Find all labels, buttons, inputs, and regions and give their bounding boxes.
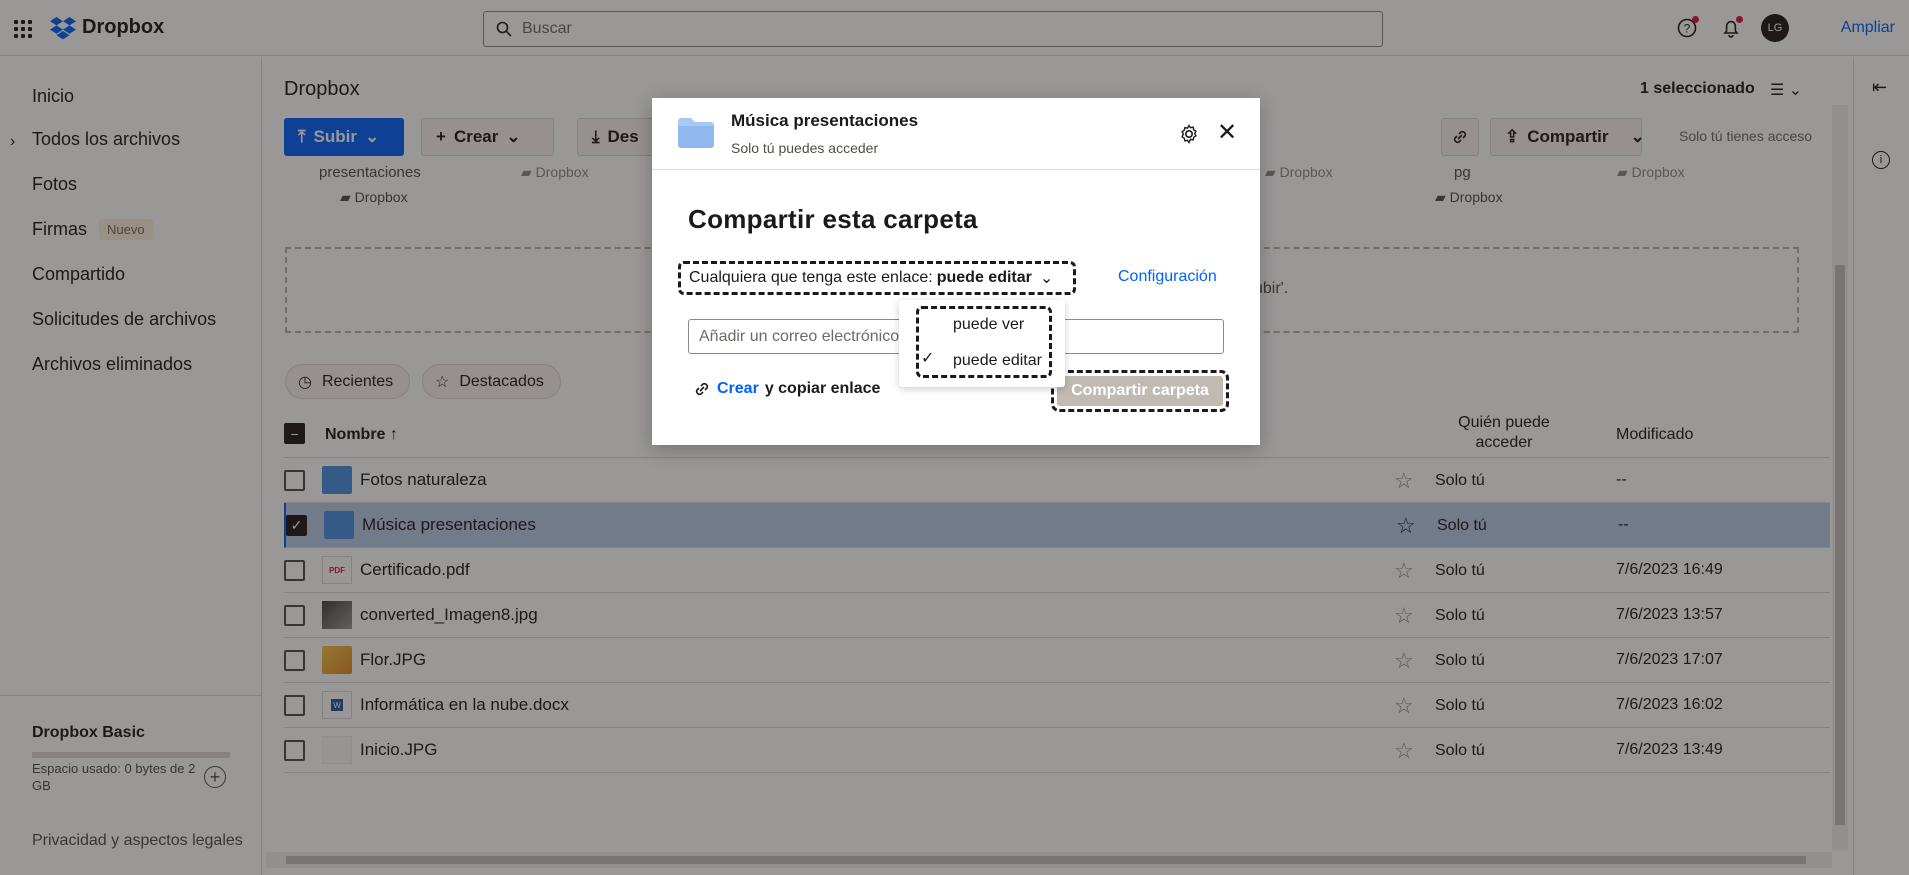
menu-item-view[interactable]: puede ver — [953, 316, 1024, 334]
close-icon[interactable]: ✕ — [1217, 121, 1237, 145]
share-folder-button[interactable]: Compartir carpeta — [1057, 376, 1223, 406]
share-folder-dialog: Música presentaciones Solo tú puedes acc… — [652, 98, 1260, 445]
dialog-folder-name: Música presentaciones — [731, 111, 919, 130]
create-copy-link[interactable]: Crear y copiar enlace — [693, 380, 880, 398]
link-permission-dropdown[interactable]: Cualquiera que tenga este enlace: puede … — [678, 261, 1076, 295]
dialog-folder-access: Solo tú puedes acceder — [731, 140, 879, 156]
dialog-title: Compartir esta carpeta — [688, 204, 978, 234]
permission-menu: puede ver ✓ puede editar — [899, 300, 1065, 387]
gear-icon[interactable] — [1178, 123, 1200, 145]
chevron-down-icon: ⌄ — [1039, 270, 1054, 287]
create-link-label[interactable]: Crear — [717, 380, 759, 398]
check-icon: ✓ — [921, 350, 935, 367]
menu-item-edit[interactable]: puede editar — [953, 352, 1042, 370]
link-icon — [695, 382, 709, 396]
permission-prefix: Cualquiera que tenga este enlace: — [689, 269, 933, 286]
copy-link-label: y copiar enlace — [764, 380, 881, 397]
share-folder-highlight: Compartir carpeta — [1051, 370, 1229, 412]
permission-value: puede editar — [936, 269, 1032, 286]
folder-icon — [678, 118, 714, 148]
dialog-header: Música presentaciones Solo tú puedes acc… — [652, 98, 1260, 170]
settings-link[interactable]: Configuración — [1118, 268, 1217, 286]
